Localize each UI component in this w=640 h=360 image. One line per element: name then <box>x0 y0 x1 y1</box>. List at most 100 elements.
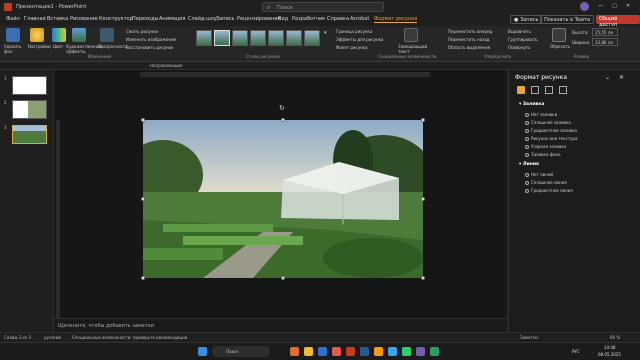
resize-handle[interactable] <box>281 276 285 280</box>
slide-thumbnail-3[interactable] <box>12 125 47 144</box>
picture-layout-button[interactable]: Макет рисунка <box>336 45 368 50</box>
picture-style-1[interactable] <box>196 30 212 46</box>
accessibility-status[interactable]: Специальные возможности: проверьте реком… <box>72 335 187 340</box>
alt-text-icon[interactable] <box>404 28 418 42</box>
tab-design[interactable]: Конструктор <box>99 16 133 22</box>
align-button[interactable]: Выровнять <box>508 29 531 34</box>
resize-handle[interactable] <box>141 276 145 280</box>
tab-draw[interactable]: Рисование <box>70 16 98 22</box>
greenhouse-picture[interactable] <box>143 120 423 278</box>
picture-border-button[interactable]: Граница рисунка <box>336 29 372 34</box>
taskbar-search[interactable]: Поиск <box>212 346 270 357</box>
height-field[interactable]: 15,55 см <box>592 28 618 36</box>
line-option[interactable]: Градиентная линия <box>525 188 573 193</box>
minimize-button[interactable]: — <box>598 3 603 9</box>
fill-section-header[interactable]: ▾ Заливка <box>519 102 544 107</box>
color-icon[interactable] <box>52 28 66 42</box>
tab-animations[interactable]: Анимация <box>159 16 185 22</box>
reset-picture-button[interactable]: Восстановить рисунок <box>126 45 174 50</box>
fill-option[interactable]: Градиентная заливка <box>525 128 577 133</box>
transparency-icon[interactable] <box>100 28 114 42</box>
tab-record[interactable]: Запись <box>216 16 234 22</box>
picture-effects-button[interactable]: Эффекты для рисунка <box>336 37 383 42</box>
selection-pane-button[interactable]: Область выделения <box>448 45 490 50</box>
rotate-handle-icon[interactable]: ↻ <box>279 104 285 112</box>
slide-thumbnail-2[interactable] <box>12 100 47 119</box>
powerpoint-icon[interactable] <box>346 347 355 356</box>
fill-option[interactable]: Нет заливки <box>525 112 557 117</box>
group-button[interactable]: Группировать <box>508 37 538 42</box>
tab-file[interactable]: Файл <box>6 16 20 22</box>
slide-thumbnail-1[interactable] <box>12 76 47 95</box>
photoshop-icon[interactable] <box>388 347 397 356</box>
resize-handle[interactable] <box>141 118 145 122</box>
tab-transitions[interactable]: Переходы <box>132 16 159 22</box>
size-properties-icon[interactable] <box>545 86 553 94</box>
tab-slideshow[interactable]: Слайд-шоу <box>188 16 217 22</box>
effects-icon[interactable] <box>531 86 539 94</box>
notes-toggle[interactable]: Заметки <box>520 335 538 340</box>
edge-icon[interactable] <box>318 347 327 356</box>
app-icon[interactable] <box>416 347 425 356</box>
artistic-effects-icon[interactable] <box>72 28 86 42</box>
zoom-level[interactable]: 66 % <box>610 335 620 340</box>
close-button[interactable]: ✕ <box>626 3 630 9</box>
picture-style-4[interactable] <box>250 30 266 46</box>
send-backward-button[interactable]: Переместить назад <box>448 37 489 42</box>
app-icon[interactable] <box>290 347 299 356</box>
chrome-icon[interactable] <box>332 347 341 356</box>
maximize-button[interactable]: □ <box>612 3 617 9</box>
file-explorer-icon[interactable] <box>304 347 313 356</box>
crop-icon[interactable] <box>552 28 566 42</box>
resize-handle[interactable] <box>421 276 425 280</box>
avatar[interactable] <box>580 2 589 11</box>
tab-picture-format[interactable]: Формат рисунка <box>374 16 418 23</box>
width-field[interactable]: 33,86 см <box>592 38 618 46</box>
picture-style-3[interactable] <box>232 30 248 46</box>
tab-help[interactable]: Справка <box>327 16 349 22</box>
remove-bg-icon[interactable] <box>6 28 20 42</box>
fill-option[interactable]: Узорная заливка <box>525 144 566 149</box>
styles-more-icon[interactable]: ▾ <box>324 30 327 36</box>
corrections-icon[interactable] <box>30 28 44 42</box>
guides-label[interactable]: Направляющие <box>150 63 183 68</box>
notes-pane[interactable]: Щелкните, чтобы добавить заметки <box>54 318 506 332</box>
rotate-button[interactable]: Повернуть <box>508 45 530 50</box>
line-option[interactable]: Нет линий <box>525 172 553 177</box>
keyboard-language[interactable]: РУС <box>572 349 580 354</box>
close-icon[interactable]: ✕ <box>619 74 624 81</box>
picture-style-7[interactable] <box>304 30 320 46</box>
picture-style-2[interactable] <box>214 30 230 46</box>
change-picture-button[interactable]: Изменить изображение <box>126 37 176 42</box>
fill-option[interactable]: Заливка фона <box>525 152 561 157</box>
word-icon[interactable] <box>360 347 369 356</box>
tab-insert[interactable]: Вставка <box>47 16 68 22</box>
fill-option[interactable]: Рисунок или текстура <box>525 136 577 141</box>
record-button[interactable]: ● Запись <box>510 15 543 24</box>
picture-style-5[interactable] <box>268 30 284 46</box>
resize-handle[interactable] <box>281 118 285 122</box>
tab-home[interactable]: Главная <box>24 16 46 22</box>
fill-line-icon[interactable] <box>517 86 525 94</box>
share-button[interactable]: Общий доступ <box>596 15 640 28</box>
search-box[interactable]: ⌕ Поиск <box>262 2 384 12</box>
bring-forward-button[interactable]: Переместить вперед <box>448 29 492 34</box>
line-option[interactable]: Сплошная линия <box>525 180 567 185</box>
resize-handle[interactable] <box>421 118 425 122</box>
resize-handle[interactable] <box>141 197 145 201</box>
language-indicator[interactable]: русский <box>44 335 61 340</box>
clock-time[interactable]: 14:48 <box>604 345 616 350</box>
tab-review[interactable]: Рецензирование <box>237 16 281 22</box>
fill-option[interactable]: Сплошная заливка <box>525 120 571 125</box>
teams-button[interactable]: Показать в Teams <box>540 15 595 24</box>
tab-developer[interactable]: Разработчик <box>292 16 325 22</box>
excel-icon[interactable] <box>430 347 439 356</box>
whatsapp-icon[interactable] <box>402 347 411 356</box>
resize-handle[interactable] <box>421 197 425 201</box>
illustrator-icon[interactable] <box>374 347 383 356</box>
line-section-header[interactable]: ▾ Линия <box>519 162 539 167</box>
picture-style-6[interactable] <box>286 30 302 46</box>
tab-acrobat[interactable]: Acrobat <box>350 16 369 22</box>
chevron-down-icon[interactable]: ⌄ <box>605 74 610 81</box>
tab-view[interactable]: Вид <box>278 16 288 22</box>
